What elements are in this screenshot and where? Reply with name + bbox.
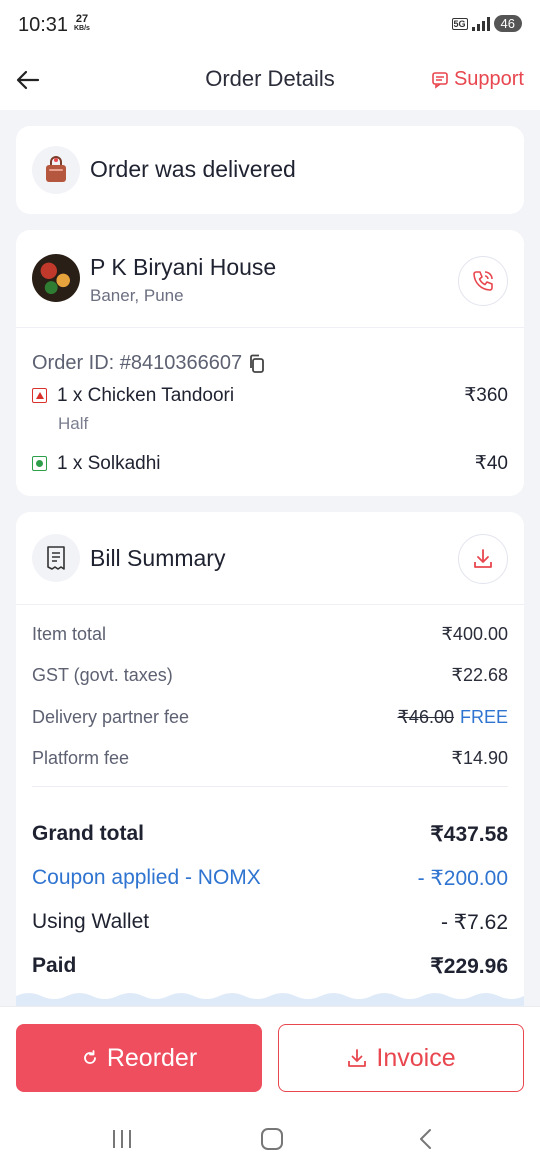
divider xyxy=(16,604,524,605)
grand-total-value: ₹437.58 xyxy=(430,823,508,846)
status-indicators: 5G 46 xyxy=(451,15,522,32)
signal-icon xyxy=(471,16,490,31)
recents-icon[interactable] xyxy=(110,1127,134,1151)
order-item: 1 x Solkadhi ₹40 xyxy=(32,452,508,475)
bill-summary-card: Bill Summary Item total ₹400.00 GST (gov… xyxy=(16,512,524,1012)
order-status-text: Order was delivered xyxy=(90,156,296,182)
phone-icon xyxy=(473,271,493,291)
receipt-icon xyxy=(32,534,80,582)
network-type-icon: 5G xyxy=(451,17,468,30)
coupon-label: Coupon applied - NOMX xyxy=(32,866,261,889)
support-label: Support xyxy=(453,68,524,90)
bill-row-label: Item total xyxy=(32,624,107,644)
refresh-icon xyxy=(83,1050,96,1064)
item-name: 1 x Chicken Tandoori xyxy=(57,384,235,406)
veg-icon xyxy=(32,456,47,471)
grand-total-row: Grand total ₹437.58 xyxy=(32,822,508,847)
call-button[interactable] xyxy=(458,256,508,306)
wavy-edge xyxy=(16,993,524,1006)
status-bar: 10:31 27 KB/s 5G 46 xyxy=(0,0,540,52)
coupon-value: - ₹200.00 xyxy=(417,867,508,890)
bill-summary-title: Bill Summary xyxy=(90,545,226,571)
paid-value: ₹229.96 xyxy=(430,955,508,978)
bill-row-label: Platform fee xyxy=(32,748,130,768)
network-speed: 27 KB/s xyxy=(74,14,90,33)
battery-indicator: 46 xyxy=(493,15,522,32)
wallet-label: Using Wallet xyxy=(32,910,150,933)
order-status-card: Order was delivered xyxy=(16,126,524,214)
paid-row: Paid ₹229.96 xyxy=(32,954,508,979)
bill-row-value: ₹22.68 xyxy=(451,665,509,685)
bottom-action-bar: Reorder Invoice xyxy=(0,1006,540,1170)
item-price: ₹40 xyxy=(474,453,508,474)
wallet-value: - ₹7.62 xyxy=(440,911,508,934)
item-name: 1 x Solkadhi xyxy=(57,452,161,474)
app-header: Order Details Support xyxy=(0,52,540,110)
bill-row-value-group: ₹46.00 FREE xyxy=(397,707,508,728)
status-time: 10:31 xyxy=(18,14,69,36)
download-icon xyxy=(348,1049,367,1067)
restaurant-card: P K Biryani House Baner, Pune Order ID: … xyxy=(16,230,524,496)
bill-row-value: ₹14.90 xyxy=(451,748,509,768)
bill-row-label: GST (govt. taxes) xyxy=(32,665,173,685)
free-label: FREE xyxy=(459,707,508,727)
delivery-bag-icon xyxy=(32,146,80,194)
bill-row: Platform fee ₹14.90 xyxy=(32,748,508,769)
coupon-row: Coupon applied - NOMX - ₹200.00 xyxy=(32,866,508,891)
grand-total-label: Grand total xyxy=(32,822,145,845)
bill-row: GST (govt. taxes) ₹22.68 xyxy=(32,665,508,686)
wallet-row: Using Wallet - ₹7.62 xyxy=(32,910,508,935)
bill-row: Item total ₹400.00 xyxy=(32,624,508,645)
download-icon xyxy=(474,549,492,568)
restaurant-name: P K Biryani House xyxy=(90,254,277,280)
back-nav-icon[interactable] xyxy=(414,1127,438,1151)
divider xyxy=(16,327,524,328)
copy-icon[interactable] xyxy=(248,354,266,374)
home-icon[interactable] xyxy=(261,1128,283,1150)
chat-icon xyxy=(432,71,448,89)
reorder-button[interactable]: Reorder xyxy=(16,1024,262,1092)
paid-label: Paid xyxy=(32,954,77,977)
non-veg-icon xyxy=(32,388,47,403)
order-id-text: Order ID: #8410366607 xyxy=(32,352,243,374)
bill-row: Delivery partner fee ₹46.00 FREE xyxy=(32,707,508,728)
order-item: 1 x Chicken Tandoori ₹360 xyxy=(32,384,508,407)
original-fee: ₹46.00 xyxy=(397,707,454,727)
restaurant-location: Baner, Pune xyxy=(90,286,184,305)
invoice-label: Invoice xyxy=(376,1043,456,1072)
support-link[interactable]: Support xyxy=(431,68,524,91)
order-id: Order ID: #8410366607 xyxy=(32,352,266,375)
network-speed-unit: KB/s xyxy=(74,25,90,32)
item-price: ₹360 xyxy=(464,385,508,406)
divider xyxy=(32,786,508,787)
item-variant: Half xyxy=(58,414,89,433)
download-bill-button[interactable] xyxy=(458,534,508,584)
reorder-label: Reorder xyxy=(106,1043,198,1072)
invoice-button[interactable]: Invoice xyxy=(278,1024,524,1092)
restaurant-avatar xyxy=(32,254,80,302)
bill-row-value: ₹400.00 xyxy=(441,624,508,644)
system-nav-bar xyxy=(0,1117,540,1157)
bill-row-label: Delivery partner fee xyxy=(32,707,190,727)
